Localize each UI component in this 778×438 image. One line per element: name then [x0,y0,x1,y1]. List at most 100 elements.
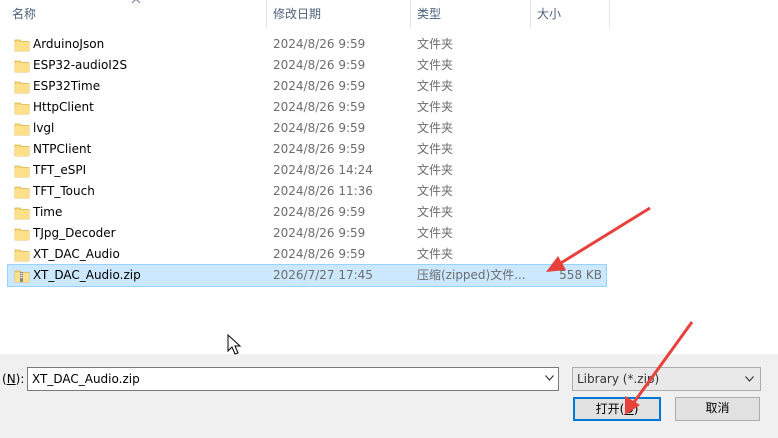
filename-label: (N): [2,372,25,386]
file-name: HttpClient [33,100,94,114]
folder-icon [14,226,30,241]
file-name: XT_DAC_Audio [33,247,120,261]
cancel-button[interactable]: 取消 [675,397,760,421]
file-type: 文件夹 [417,184,454,198]
folder-icon [14,163,30,178]
file-name: TFT_Touch [33,184,95,198]
file-date: 2024/8/26 11:36 [273,184,373,198]
mouse-cursor-icon [227,333,242,355]
file-size [538,97,602,118]
file-size [538,202,602,223]
file-type: 文件夹 [417,142,454,156]
filename-input[interactable]: XT_DAC_Audio.zip [27,367,559,391]
open-button-label-end: ) [633,402,639,416]
column-header-size[interactable]: 大小 [537,0,561,28]
zip-folder-icon [14,268,30,283]
column-header-name-label: 名称 [12,7,37,21]
file-date: 2026/7/27 17:45 [273,268,373,282]
file-type: 文件夹 [417,163,454,177]
file-size [538,76,602,97]
file-name: TFT_eSPI [33,163,87,177]
file-row[interactable]: lvgl 2024/8/26 9:59 文件夹 [8,118,606,139]
filename-label-mnemonic: N [6,372,16,386]
sort-ascending-icon [131,0,141,4]
folder-icon [14,205,30,220]
file-name: ESP32-audioI2S [33,58,128,72]
column-divider[interactable] [609,0,610,28]
file-size [538,55,602,76]
file-size [538,34,602,55]
file-name: ESP32Time [33,79,101,93]
file-name: NTPClient [33,142,92,156]
file-date: 2024/8/26 9:59 [273,37,366,51]
folder-icon [14,58,30,73]
file-name: TJpg_Decoder [33,226,116,240]
file-date: 2024/8/26 9:59 [273,226,366,240]
file-row[interactable]: NTPClient 2024/8/26 9:59 文件夹 [8,139,606,160]
file-size: 558 KB [559,268,602,282]
column-header-type-label: 类型 [417,7,442,21]
folder-icon [14,142,30,157]
file-date: 2024/8/26 9:59 [273,247,366,261]
file-date: 2024/8/26 9:59 [273,205,366,219]
folder-icon [14,100,30,115]
column-divider[interactable] [410,0,411,28]
column-header-date[interactable]: 修改日期 [273,0,321,28]
file-type: 压缩(zipped)文件... [417,268,526,282]
file-size [538,139,602,160]
file-size [538,181,602,202]
file-name: ArduinoJson [33,37,105,51]
column-header-name[interactable]: 名称 [12,0,36,28]
file-row[interactable]: ESP32-audioI2S 2024/8/26 9:59 文件夹 [8,55,606,76]
folder-icon [14,121,30,136]
open-button[interactable]: 打开(O) [573,397,661,421]
cancel-button-label: 取消 [705,401,730,415]
file-name: XT_DAC_Audio.zip [33,268,141,282]
column-header-bar: 名称 修改日期 类型 大小 [0,0,778,28]
file-row[interactable]: XT_DAC_Audio.zip 2026/7/27 17:45 压缩(zipped… [7,264,607,287]
filename-value: XT_DAC_Audio.zip [32,372,140,386]
file-date: 2024/8/26 14:24 [273,163,373,177]
folder-icon [14,184,30,199]
file-row[interactable]: ESP32Time 2024/8/26 9:59 文件夹 [8,76,606,97]
filetype-select[interactable]: Library (*.zip) [572,367,761,391]
file-date: 2024/8/26 9:59 [273,121,366,135]
file-type: 文件夹 [417,100,454,114]
column-header-date-label: 修改日期 [273,7,322,21]
column-header-type[interactable]: 类型 [417,0,441,28]
folder-icon [14,247,30,262]
chevron-down-icon[interactable] [545,375,554,381]
file-size [538,244,602,265]
file-type: 文件夹 [417,58,454,72]
file-type: 文件夹 [417,121,454,135]
file-type: 文件夹 [417,79,454,93]
file-row[interactable]: TJpg_Decoder 2024/8/26 9:59 文件夹 [8,223,606,244]
file-size [538,118,602,139]
column-divider[interactable] [530,0,531,28]
column-header-size-label: 大小 [537,7,562,21]
file-date: 2024/8/26 9:59 [273,58,366,72]
file-type: 文件夹 [417,37,454,51]
file-name: Time [33,205,63,219]
file-row[interactable]: TFT_eSPI 2024/8/26 14:24 文件夹 [8,160,606,181]
file-size [538,160,602,181]
file-type: 文件夹 [417,247,454,261]
open-button-mnemonic: O [624,402,634,416]
file-type: 文件夹 [417,226,454,240]
folder-icon [14,79,30,94]
file-date: 2024/8/26 9:59 [273,142,366,156]
column-divider[interactable] [266,0,267,28]
file-date: 2024/8/26 9:59 [273,100,366,114]
folder-icon [14,37,30,52]
file-row[interactable]: HttpClient 2024/8/26 9:59 文件夹 [8,97,606,118]
file-date: 2024/8/26 9:59 [273,79,366,93]
file-type: 文件夹 [417,205,454,219]
chevron-down-icon [745,376,754,382]
file-row[interactable]: XT_DAC_Audio 2024/8/26 9:59 文件夹 [8,244,606,265]
file-row[interactable]: TFT_Touch 2024/8/26 11:36 文件夹 [8,181,606,202]
open-button-label: 打开( [595,402,625,416]
file-row[interactable]: Time 2024/8/26 9:59 文件夹 [8,202,606,223]
file-row[interactable]: ArduinoJson 2024/8/26 9:59 文件夹 [8,34,606,55]
file-name: lvgl [33,121,55,135]
filetype-value: Library (*.zip) [577,372,660,386]
